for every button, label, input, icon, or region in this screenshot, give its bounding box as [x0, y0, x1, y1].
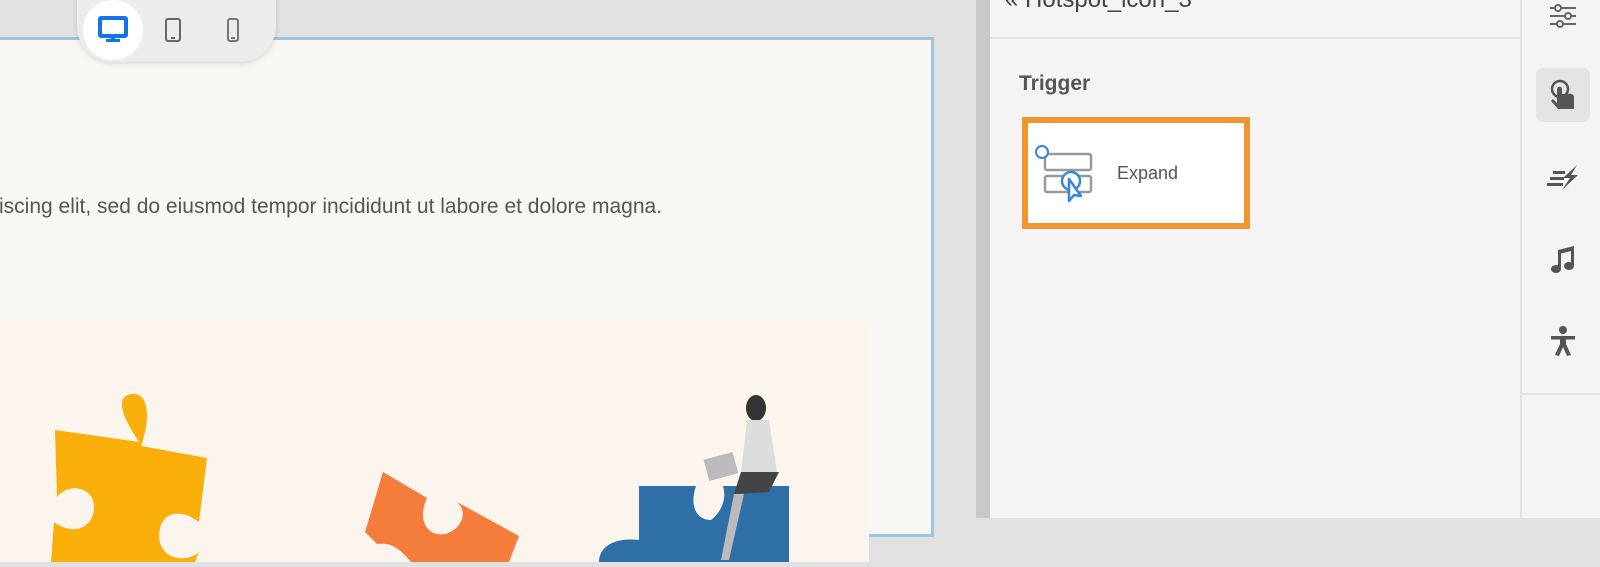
rail-properties-button[interactable]: [1536, 0, 1590, 42]
rail-divider: [1522, 393, 1600, 395]
sliders-icon: [1550, 4, 1576, 28]
preview-frame: iscing elit, sed do eiusmod tempor incid…: [0, 37, 934, 562]
trigger-option-expand[interactable]: Expand: [1022, 117, 1250, 229]
rail-accessibility-button[interactable]: [1536, 314, 1590, 368]
rail-audio-button[interactable]: [1536, 232, 1590, 286]
preview-canvas: iscing elit, sed do eiusmod tempor incid…: [0, 0, 976, 562]
mobile-view-button[interactable]: [203, 0, 263, 60]
desktop-view-button[interactable]: [83, 0, 143, 60]
accessibility-icon: [1551, 326, 1575, 356]
panel-title[interactable]: « Hotspot_icon_3: [1005, 0, 1192, 14]
tablet-view-button[interactable]: [143, 0, 203, 60]
trigger-option-label: Expand: [1117, 163, 1179, 183]
touch-trigger-icon: [1550, 79, 1574, 109]
body-text: iscing elit, sed do eiusmod tempor incid…: [0, 195, 663, 218]
section-label-trigger: Trigger: [1019, 72, 1091, 95]
properties-panel: « Hotspot_icon_3 Trigger Expand: [990, 0, 1520, 518]
panel-resize-handle[interactable]: [976, 0, 990, 518]
device-toolbar: [77, 0, 276, 62]
mobile-icon: [227, 18, 239, 42]
right-rail: [1520, 0, 1600, 518]
desktop-icon: [98, 16, 128, 42]
rail-trigger-button[interactable]: [1536, 68, 1590, 122]
yellow-puzzle-piece: [51, 393, 207, 562]
blue-puzzle-piece: [599, 486, 789, 562]
audio-icon: [1551, 246, 1574, 273]
orange-puzzle-piece: [365, 472, 519, 562]
puzzle-illustration: [0, 322, 869, 562]
panel-header: « Hotspot_icon_3: [990, 0, 1520, 39]
expand-trigger-icon: [1035, 145, 1093, 203]
tablet-icon: [165, 18, 181, 42]
rail-animation-button[interactable]: [1536, 150, 1590, 204]
animation-icon: [1547, 165, 1578, 190]
